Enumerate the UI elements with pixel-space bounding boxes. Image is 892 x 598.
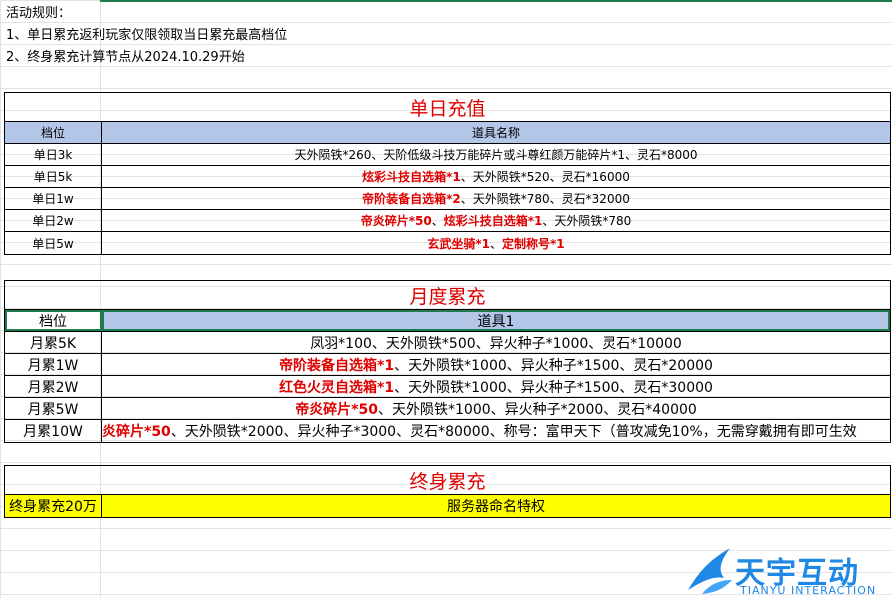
rules-heading: 活动规则： (6, 6, 72, 21)
highlight-reward: 帝阶装备自选箱*1 (279, 357, 395, 374)
highlight-reward: 帝阶装备自选箱*2 (362, 192, 461, 206)
reward-text: 、天外陨铁*520、灵石*16000 (460, 170, 630, 184)
monthly-rows: 月累5K 凤羽*100、天外陨铁*500、异火种子*1000、灵石*10000 月累… (5, 332, 890, 442)
monthly-header-row: 档位 道具1 (5, 310, 890, 332)
daily-row: 单日1w 帝阶装备自选箱*2 、天外陨铁*780、灵石*32000 (5, 188, 890, 210)
daily-row: 单日5k 炫彩斗技自选箱*1 、天外陨铁*520、灵石*16000 (5, 166, 890, 188)
monthly-items-cell[interactable]: 帝阶装备自选箱*1 、天外陨铁*1000、异火种子*1500、灵石*20000 (102, 354, 890, 375)
monthly-tier-cell[interactable]: 月累10W (5, 420, 102, 442)
daily-items-cell[interactable]: 帝炎碎片*50、炫彩斗技自选箱*1 、天外陨铁*780 (102, 210, 890, 231)
header-tier[interactable]: 档位 (5, 310, 102, 331)
daily-header-row: 档位 道具名称 (5, 122, 890, 144)
daily-table: 单日充值 档位 道具名称 单日3k 天外陨铁*260、天阶低级斗技万能碎片或斗尊红… (4, 92, 891, 255)
lifetime-rows: 终身累充20万 服务器命名特权 (5, 495, 890, 517)
reward-text: 天外陨铁*260、天阶低级斗技万能碎片或斗尊红颜万能碎片*1、灵石*8000 (294, 148, 698, 162)
daily-row: 单日3k 天外陨铁*260、天阶低级斗技万能碎片或斗尊红颜万能碎片*1、灵石*80… (5, 144, 890, 166)
header-items[interactable]: 道具名称 (102, 122, 890, 143)
highlight-reward: 炎碎片*50 (102, 424, 171, 440)
reward-text: 、天外陨铁*2000、异火种子*3000、灵石*80000、称号：富甲天下（普攻… (170, 424, 857, 440)
highlight-reward: 帝炎碎片*50 (360, 214, 432, 228)
highlight-reward: 炫彩斗技自选箱*1 (362, 170, 461, 184)
lifetime-title: 终身累充 (5, 466, 890, 495)
daily-rows: 单日3k 天外陨铁*260、天阶低级斗技万能碎片或斗尊红颜万能碎片*1、灵石*80… (5, 144, 890, 254)
monthly-row: 月累1W 帝阶装备自选箱*1 、天外陨铁*1000、异火种子*1500、灵石*200… (5, 354, 890, 376)
highlight-reward: 炫彩斗技自选箱*1 (443, 214, 543, 228)
monthly-tier-cell[interactable]: 月累5K (5, 332, 102, 353)
monthly-row: 月累10W 炎碎片*50 、天外陨铁*2000、异火种子*3000、灵石*80000… (5, 420, 890, 442)
monthly-title: 月度累充 (5, 281, 890, 310)
reward-text: 、 (431, 214, 444, 228)
daily-row: 单日5w 玄武坐骑*1、定制称号*1 (5, 232, 890, 254)
reward-text: 、天外陨铁*1000、异火种子*2000、灵石*40000 (378, 401, 697, 418)
daily-items-cell[interactable]: 玄武坐骑*1、定制称号*1 (102, 232, 890, 254)
monthly-tier-cell[interactable]: 月累1W (5, 354, 102, 375)
reward-text: 、 (489, 236, 502, 251)
daily-tier-cell[interactable]: 单日2w (5, 210, 102, 231)
monthly-row: 月累5W 帝炎碎片*50 、天外陨铁*1000、异火种子*2000、灵石*40000 (5, 398, 890, 420)
header-tier[interactable]: 档位 (5, 122, 102, 143)
monthly-items-cell[interactable]: 帝炎碎片*50 、天外陨铁*1000、异火种子*2000、灵石*40000 (102, 398, 890, 419)
rule-2: 2、终身累充计算节点从2024.10.29开始 (6, 50, 245, 65)
daily-items-cell[interactable]: 帝阶装备自选箱*2 、天外陨铁*780、灵石*32000 (102, 188, 890, 209)
daily-tier-cell[interactable]: 单日1w (5, 188, 102, 209)
highlight-reward: 玄武坐骑*1 (427, 236, 490, 251)
reward-text: 、天外陨铁*780、灵石*32000 (460, 192, 630, 206)
monthly-items-cell[interactable]: 凤羽*100、天外陨铁*500、异火种子*1000、灵石*10000 (102, 332, 890, 353)
header-items[interactable]: 道具1 (102, 310, 890, 331)
monthly-tier-cell[interactable]: 月累2W (5, 376, 102, 397)
reward-text: 、天外陨铁*1000、异火种子*1500、灵石*20000 (394, 357, 713, 374)
logo-subtitle: TIANYU INTERACTION (740, 584, 877, 597)
monthly-table: 月度累充 档位 道具1 月累5K 凤羽*100、天外陨铁*500、异火种子*100… (4, 280, 891, 443)
lifetime-tier-cell[interactable]: 终身累充20万 (5, 495, 102, 517)
daily-tier-cell[interactable]: 单日5k (5, 166, 102, 187)
daily-tier-cell[interactable]: 单日5w (5, 232, 102, 254)
monthly-row: 月累2W 红色火灵自选箱*1 、天外陨铁*1000、异火种子*1500、灵石*300… (5, 376, 890, 398)
monthly-items-cell[interactable]: 红色火灵自选箱*1 、天外陨铁*1000、异火种子*1500、灵石*30000 (102, 376, 890, 397)
highlight-reward: 红色火灵自选箱*1 (279, 379, 395, 396)
reward-text: 凤羽*100、天外陨铁*500、异火种子*1000、灵石*10000 (310, 335, 682, 352)
lifetime-table: 终身累充 终身累充20万 服务器命名特权 (4, 465, 891, 518)
monthly-row: 月累5K 凤羽*100、天外陨铁*500、异火种子*1000、灵石*10000 (5, 332, 890, 354)
lifetime-item-cell[interactable]: 服务器命名特权 (102, 495, 890, 517)
reward-text: 、天外陨铁*780 (542, 214, 632, 228)
monthly-items-cell[interactable]: 炎碎片*50 、天外陨铁*2000、异火种子*3000、灵石*80000、称号：富… (102, 420, 890, 442)
rule-1: 1、单日累充返利玩家仅限领取当日累充最高档位 (6, 28, 288, 43)
daily-items-cell[interactable]: 炫彩斗技自选箱*1 、天外陨铁*520、灵石*16000 (102, 166, 890, 187)
highlight-reward: 定制称号*1 (502, 236, 565, 251)
selection-border (100, 0, 892, 2)
daily-title: 单日充值 (5, 93, 890, 122)
daily-tier-cell[interactable]: 单日3k (5, 144, 102, 165)
daily-row: 单日2w 帝炎碎片*50、炫彩斗技自选箱*1 、天外陨铁*780 (5, 210, 890, 232)
daily-items-cell[interactable]: 天外陨铁*260、天阶低级斗技万能碎片或斗尊红颜万能碎片*1、灵石*8000 (102, 144, 890, 165)
highlight-reward: 帝炎碎片*50 (295, 401, 378, 418)
monthly-tier-cell[interactable]: 月累5W (5, 398, 102, 419)
reward-text: 、天外陨铁*1000、异火种子*1500、灵石*30000 (394, 379, 713, 396)
lifetime-row: 终身累充20万 服务器命名特权 (5, 495, 890, 517)
